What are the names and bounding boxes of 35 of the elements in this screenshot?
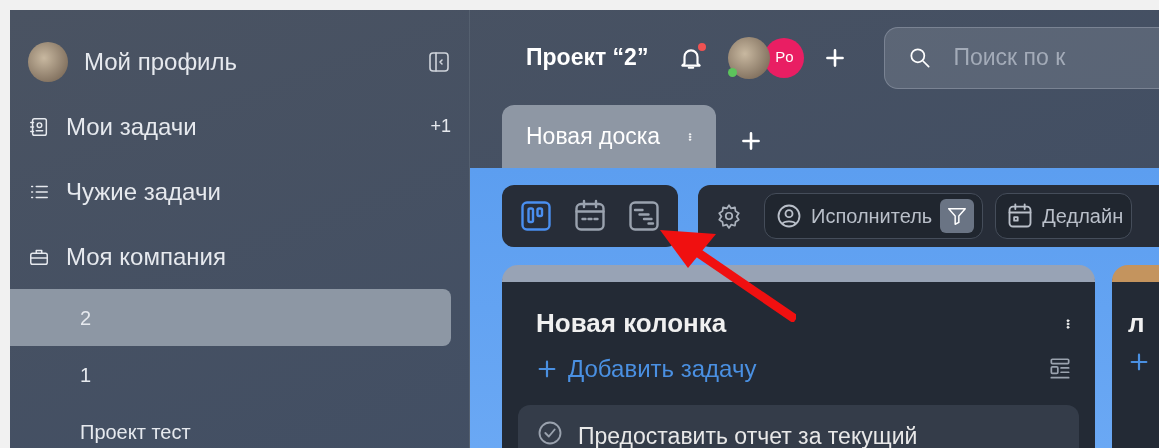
add-task-button[interactable] [1128, 351, 1150, 373]
board-tab-label: Новая доска [526, 122, 661, 152]
member-avatar[interactable] [728, 36, 771, 79]
count-label: +1 [430, 115, 451, 138]
profile-link[interactable]: Мой профиль [84, 44, 427, 80]
funnel-icon [946, 205, 969, 227]
column-title: Новая колонка [536, 307, 727, 340]
timeline-view-icon[interactable] [626, 198, 662, 234]
calendar-view-icon[interactable] [572, 198, 608, 234]
template-icon[interactable] [1047, 356, 1073, 382]
avatar-photo [28, 42, 68, 82]
add-task-link[interactable]: Добавить задачу [536, 351, 757, 387]
sidebar-item[interactable]: Моя компания [66, 238, 451, 275]
settings-icon[interactable] [716, 203, 742, 229]
filter-label: Исполнитель [811, 204, 933, 229]
search-field[interactable]: Поиск по к [884, 26, 1159, 89]
collapse-sidebar-icon[interactable] [427, 50, 451, 74]
search-input[interactable]: Поиск по к [951, 39, 1152, 76]
filter-chip[interactable]: Исполнитель [764, 193, 984, 239]
task-title: Предоставить отчет за текущий [578, 422, 919, 448]
plus-icon [536, 358, 558, 380]
project-item[interactable]: Проект тест [10, 403, 451, 448]
user-circle-icon [775, 202, 803, 230]
sidebar-item[interactable]: Чужие задачи [66, 173, 451, 210]
filter-chip[interactable]: Дедлайн [995, 193, 1133, 239]
filter-label: Дедлайн [1042, 204, 1124, 229]
plus-icon [1128, 351, 1150, 373]
project-item[interactable]: 1 [10, 346, 451, 403]
check-circle-icon[interactable] [536, 419, 564, 447]
column-title: л [1128, 307, 1145, 340]
project-title: Проект “2” [526, 43, 649, 73]
task-card[interactable]: Предоставить отчет за текущий [518, 405, 1079, 448]
sidebar-item[interactable]: Мои задачи [66, 108, 431, 145]
board-view-icon[interactable] [518, 198, 554, 234]
notebook-icon [28, 115, 50, 138]
